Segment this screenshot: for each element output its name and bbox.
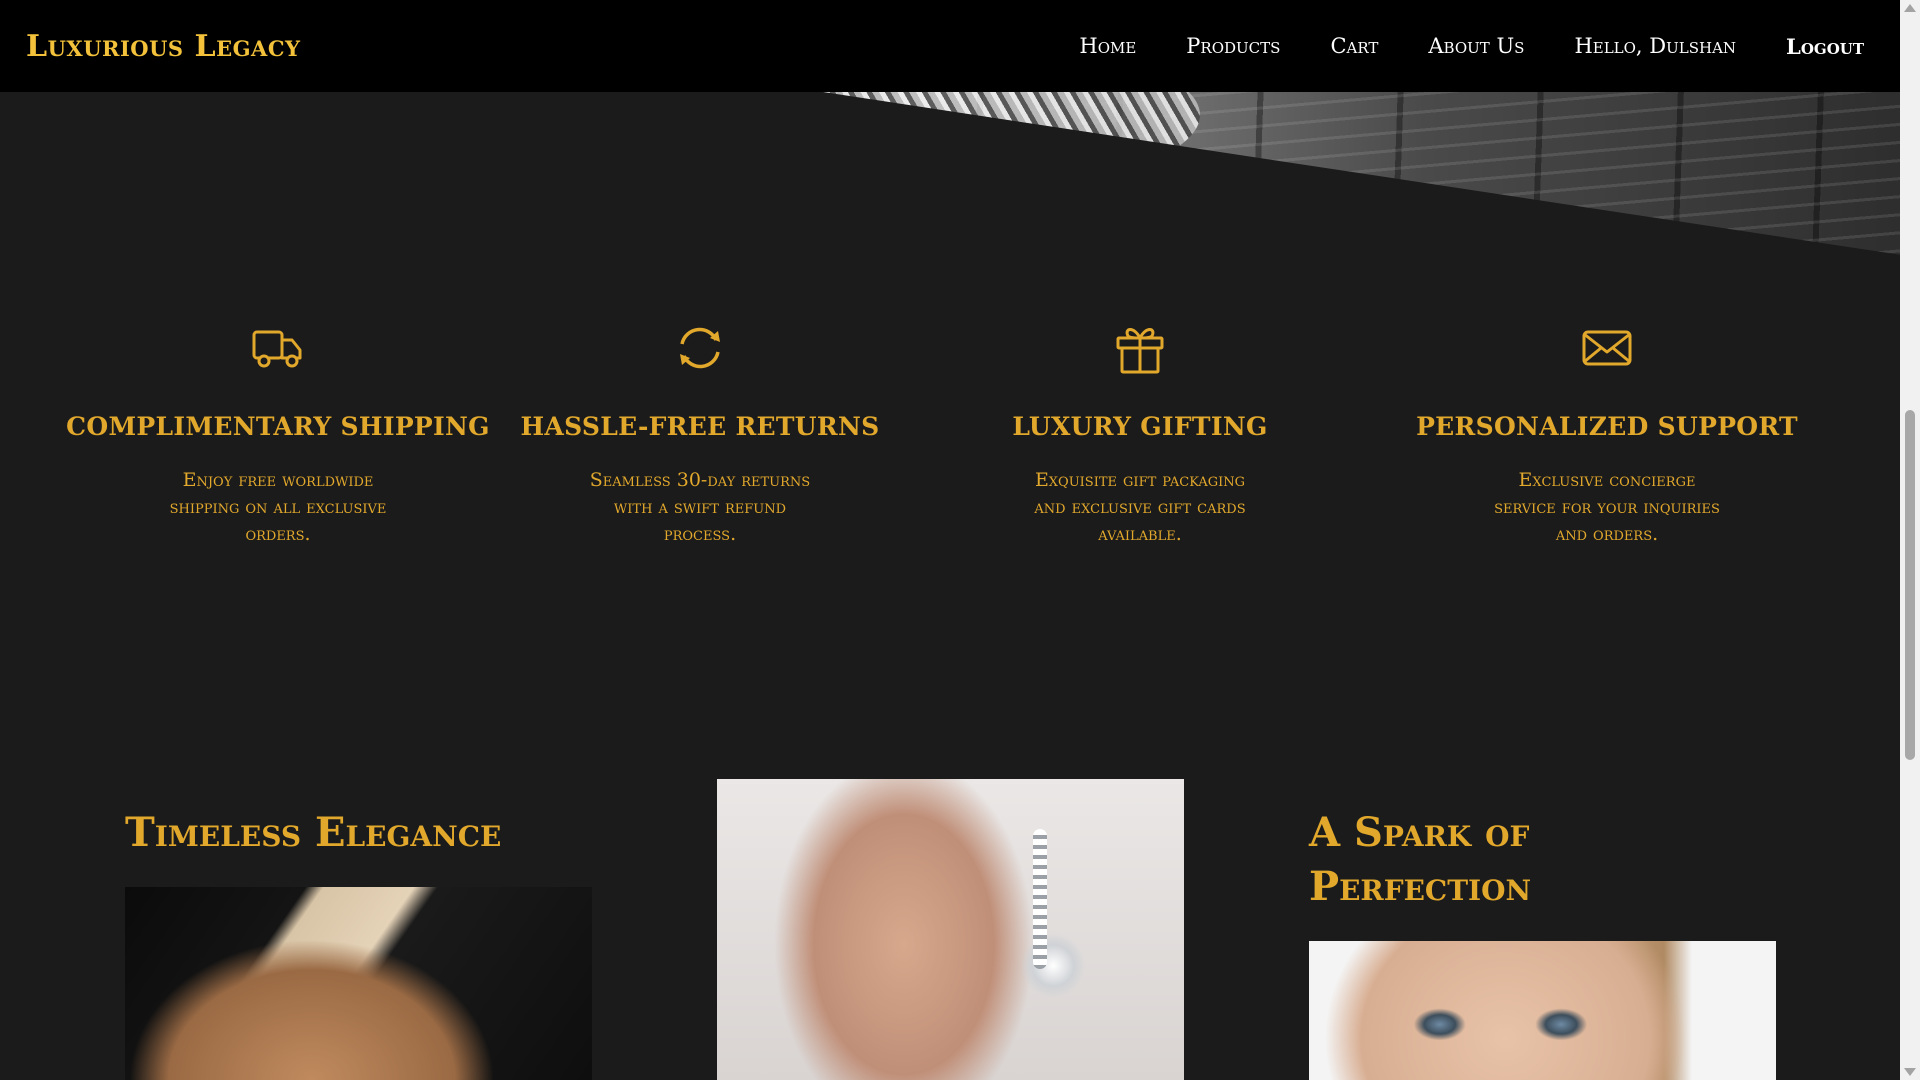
nav-link-home[interactable]: Home [1079,34,1136,58]
feature-shipping: Complimentary Shipping Enjoy free worldw… [48,320,508,548]
brand-logo[interactable]: Luxurious Legacy [26,29,301,64]
gift-icon [1116,328,1164,374]
feature-description: Exquisite gift packaging and exclusive g… [1034,469,1246,545]
showcase-title-right: A Spark of Perfection [1309,809,1532,910]
scrollbar-thumb[interactable] [1905,410,1915,760]
nav-link-user-greeting[interactable]: Hello, Dulshan [1574,34,1736,58]
nav-link-cart[interactable]: Cart [1330,34,1378,58]
showcase-image-arm[interactable] [125,887,592,1080]
envelope-icon [1582,330,1632,366]
feature-title: Complimentary Shipping [66,412,490,441]
feature-title: Hassle-Free Returns [520,412,880,441]
feature-description: Enjoy free worldwide shipping on all exc… [169,469,387,545]
refresh-icon [680,327,720,369]
nav-links: Home Products Cart About Us Hello, Dulsh… [1079,34,1864,59]
nav-link-logout[interactable]: Logout [1786,34,1864,59]
nav-link-about-us[interactable]: About Us [1428,34,1524,58]
scroll-down-icon[interactable] [1904,1068,1916,1076]
showcase-title-left: Timeless Elegance [125,809,502,856]
feature-returns: Hassle-Free Returns Seamless 30-day retu… [470,320,930,548]
navbar: Luxurious Legacy Home Products Cart Abou… [0,0,1900,92]
scroll-up-icon[interactable] [1904,4,1916,12]
feature-title: Luxury Gifting [1012,412,1268,441]
page-scrollbar[interactable] [1900,0,1920,1080]
showcase-image-face[interactable] [1309,941,1776,1080]
feature-support: Personalized Support Exclusive concierge… [1377,320,1837,548]
nav-link-products[interactable]: Products [1186,34,1280,58]
showcase-image-earring[interactable] [717,779,1184,1080]
feature-description: Exclusive concierge service for your inq… [1494,469,1720,545]
feature-title: Personalized Support [1416,412,1798,441]
feature-gifting: Luxury Gifting Exquisite gift packaging … [910,320,1370,548]
feature-description: Seamless 30-day returns with a swift ref… [589,469,811,545]
page: Luxurious Legacy Home Products Cart Abou… [0,0,1920,1080]
truck-icon [252,330,302,368]
